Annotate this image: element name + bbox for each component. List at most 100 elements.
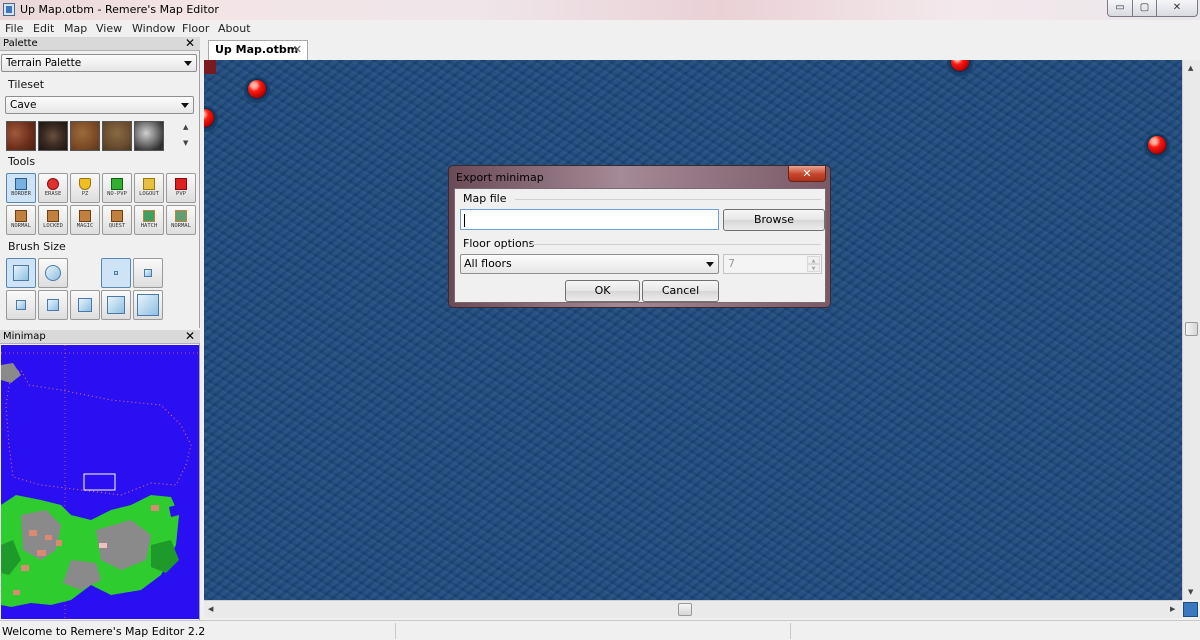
scroll-down-icon[interactable]: ▼ bbox=[1188, 588, 1193, 596]
lock-icon bbox=[143, 178, 155, 190]
red-orb-item[interactable] bbox=[1144, 133, 1170, 159]
scroll-up-icon[interactable]: ▲ bbox=[1188, 64, 1193, 72]
ok-button[interactable]: OK bbox=[565, 280, 640, 302]
floor-spinner-buttons: ▲ ▼ bbox=[807, 256, 820, 272]
close-icon[interactable]: ✕ bbox=[293, 41, 302, 59]
vertical-scroll-thumb[interactable] bbox=[1185, 322, 1198, 336]
maximize-button[interactable]: ▢ bbox=[1132, 0, 1157, 17]
close-window-button[interactable]: ✕ bbox=[1156, 0, 1198, 17]
tool-door-magic-button[interactable]: MAGIC bbox=[70, 205, 100, 235]
tool-logout-button[interactable]: LOGOUT bbox=[134, 173, 164, 203]
red-orb-item[interactable] bbox=[204, 106, 218, 132]
tile-swatch-dark-rock[interactable] bbox=[38, 121, 68, 151]
palette-type-select[interactable]: Terrain Palette bbox=[1, 54, 197, 72]
dialog-close-button[interactable]: ✕ bbox=[788, 166, 826, 182]
brush-size-4-button[interactable] bbox=[38, 290, 68, 320]
menu-window[interactable]: Window bbox=[132, 22, 175, 35]
browse-button[interactable]: Browse bbox=[723, 209, 825, 231]
export-minimap-dialog: Export minimap ✕ Map file Browse Floor o… bbox=[448, 165, 831, 308]
tile-swatch-sand-dirt[interactable] bbox=[102, 121, 132, 151]
menu-about[interactable]: About bbox=[218, 22, 251, 35]
tool-door-quest-button[interactable]: QUEST bbox=[102, 205, 132, 235]
app-icon bbox=[3, 3, 15, 16]
tool-border-button[interactable]: BORDER bbox=[6, 173, 36, 203]
tool-no-pvp-button[interactable]: NO-PVP bbox=[102, 173, 132, 203]
circle-brush-icon bbox=[45, 265, 61, 281]
map-file-input[interactable] bbox=[460, 209, 719, 230]
red-orb-item[interactable] bbox=[244, 77, 270, 103]
tool-hatch-label: HATCH bbox=[140, 223, 158, 229]
tool-door-normal-label: NORMAL bbox=[11, 223, 31, 229]
window-titlebar: Up Map.otbm - Remere's Map Editor ▭ ▢ ✕ bbox=[0, 0, 1200, 20]
tool-border-label: BORDER bbox=[11, 191, 31, 197]
brush-size-2-button[interactable] bbox=[133, 258, 163, 288]
minimap-panel: Minimap ✕ bbox=[0, 330, 200, 620]
chevron-down-icon bbox=[706, 262, 714, 267]
menu-bar: File Edit Map View Window Floor About bbox=[0, 20, 1200, 37]
map-corner-icon[interactable] bbox=[1183, 602, 1198, 617]
tool-erase-button[interactable]: ERASE bbox=[38, 173, 68, 203]
red-orb-item[interactable] bbox=[947, 60, 973, 76]
minimap-title: Minimap bbox=[3, 331, 46, 342]
map-canvas[interactable] bbox=[204, 60, 1182, 600]
minimap-close-icon[interactable]: ✕ bbox=[185, 330, 195, 343]
tool-pz-button[interactable]: PZ bbox=[70, 173, 100, 203]
menu-view[interactable]: View bbox=[96, 22, 122, 35]
tile-swatch-gravel[interactable] bbox=[134, 121, 164, 151]
scroll-right-icon[interactable]: ▶ bbox=[1170, 605, 1175, 613]
brush-size-1-button[interactable] bbox=[101, 258, 131, 288]
brush-size-6-button[interactable] bbox=[101, 290, 131, 320]
map-tile-edge bbox=[204, 60, 216, 74]
window-title: Up Map.otbm - Remere's Map Editor bbox=[20, 3, 219, 16]
tool-pvp-label: PVP bbox=[176, 191, 186, 197]
door-icon bbox=[15, 210, 27, 222]
horizontal-scroll-thumb[interactable] bbox=[678, 603, 692, 616]
tileset-scroll-up-icon[interactable]: ▲ bbox=[183, 123, 188, 131]
tool-pvp-button[interactable]: PVP bbox=[166, 173, 196, 203]
menu-edit[interactable]: Edit bbox=[33, 22, 54, 35]
window-icon bbox=[175, 210, 187, 222]
brush-square-button[interactable] bbox=[6, 258, 36, 288]
brush-size-5-button[interactable] bbox=[70, 290, 100, 320]
tool-logout-label: LOGOUT bbox=[139, 191, 159, 197]
brush-size-3-icon bbox=[16, 300, 26, 310]
cancel-button[interactable]: Cancel bbox=[642, 280, 719, 302]
tile-swatch-brown-dirt[interactable] bbox=[70, 121, 100, 151]
minimize-button[interactable]: ▭ bbox=[1107, 0, 1133, 17]
erase-icon bbox=[47, 178, 59, 190]
status-text: Welcome to Remere's Map Editor 2.2 bbox=[2, 625, 206, 638]
menu-file[interactable]: File bbox=[5, 22, 23, 35]
tool-window-normal-button[interactable]: NORMAL bbox=[166, 205, 196, 235]
tool-hatch-button[interactable]: HATCH bbox=[134, 205, 164, 235]
tool-erase-label: ERASE bbox=[44, 191, 62, 197]
brush-size-2-icon bbox=[144, 269, 152, 277]
palette-close-icon[interactable]: ✕ bbox=[185, 37, 195, 50]
status-bar: Welcome to Remere's Map Editor 2.2 bbox=[0, 620, 1200, 640]
tool-door-normal-button[interactable]: NORMAL bbox=[6, 205, 36, 235]
tab-label: Up Map.otbm bbox=[215, 43, 299, 56]
scroll-left-icon[interactable]: ◀ bbox=[208, 605, 213, 613]
shield-icon bbox=[79, 178, 91, 190]
floor-select[interactable]: All floors bbox=[460, 254, 719, 274]
brush-circle-button[interactable] bbox=[38, 258, 68, 288]
tile-swatch-red-earth[interactable] bbox=[6, 121, 36, 151]
menu-map[interactable]: Map bbox=[64, 22, 87, 35]
square-brush-icon bbox=[13, 265, 29, 281]
minimap-view[interactable] bbox=[1, 345, 199, 619]
vertical-scrollbar[interactable]: ▲ ▼ bbox=[1182, 60, 1200, 600]
brush-size-7-button[interactable] bbox=[133, 290, 163, 320]
palette-header: Palette ✕ bbox=[0, 37, 200, 51]
brush-size-3-button[interactable] bbox=[6, 290, 36, 320]
tool-door-locked-button[interactable]: LOCKED bbox=[38, 205, 68, 235]
tileset-select[interactable]: Cave bbox=[5, 96, 194, 114]
tools-label: Tools bbox=[8, 155, 36, 168]
red-flag-icon bbox=[175, 178, 187, 190]
horizontal-scrollbar[interactable]: ◀ ▶ bbox=[204, 600, 1182, 618]
tab-up-map[interactable]: Up Map.otbm ✕ bbox=[208, 40, 308, 60]
tileset-scroll-down-icon[interactable]: ▼ bbox=[183, 139, 188, 147]
brush-size-6-icon bbox=[107, 296, 125, 314]
floor-options-group-label: Floor options bbox=[463, 237, 535, 250]
chevron-down-icon bbox=[184, 61, 192, 66]
document-tab-strip: Up Map.otbm ✕ bbox=[204, 38, 1200, 60]
menu-floor[interactable]: Floor bbox=[182, 22, 209, 35]
